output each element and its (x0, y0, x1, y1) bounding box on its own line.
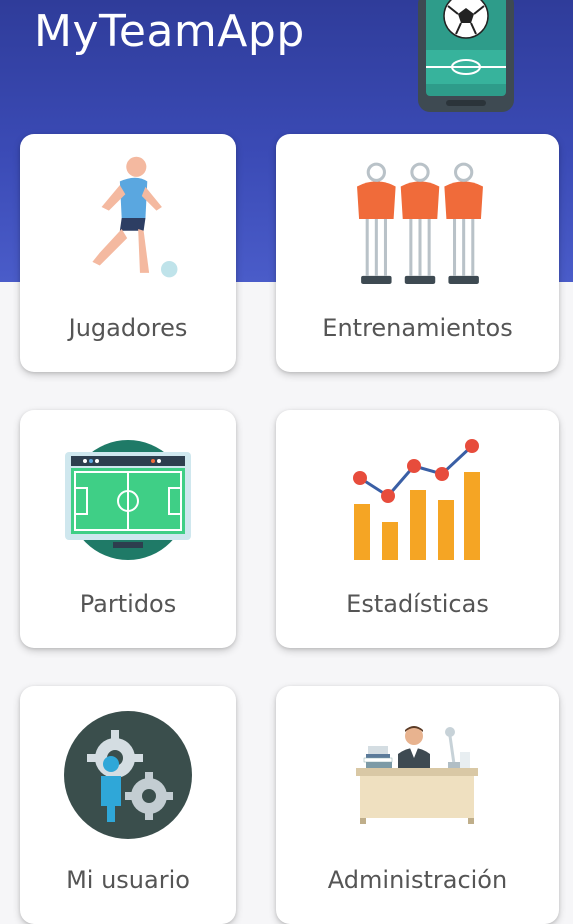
menu-card-jugadores[interactable]: Jugadores (20, 134, 236, 372)
menu-label-entrenamientos: Entrenamientos (322, 314, 513, 342)
training-dummies-icon (357, 162, 483, 284)
menu-label-partidos: Partidos (79, 590, 177, 618)
menu-card-entrenamientos[interactable]: Entrenamientos (276, 134, 559, 372)
menu-card-estadisticas[interactable]: Estadísticas (276, 410, 559, 648)
menu-card-partidos[interactable]: Partidos (20, 410, 236, 648)
menu-label-mi-usuario: Mi usuario (66, 866, 190, 894)
menu-label-estadisticas: Estadísticas (346, 590, 489, 618)
admin-desk-icon (356, 726, 478, 824)
football-field-screen-icon (65, 440, 191, 560)
menu-label-jugadores: Jugadores (68, 314, 188, 342)
menu-label-administracion: Administración (327, 866, 508, 894)
app-title: MyTeamApp (34, 6, 305, 57)
menu-card-administracion[interactable]: Administración (276, 686, 559, 924)
menu-card-mi-usuario[interactable]: Mi usuario (20, 686, 236, 924)
phone-football-icon (418, 0, 514, 112)
bar-line-chart-icon (353, 439, 480, 560)
player-kicking-ball-icon (92, 156, 178, 278)
user-gears-icon (64, 711, 192, 839)
